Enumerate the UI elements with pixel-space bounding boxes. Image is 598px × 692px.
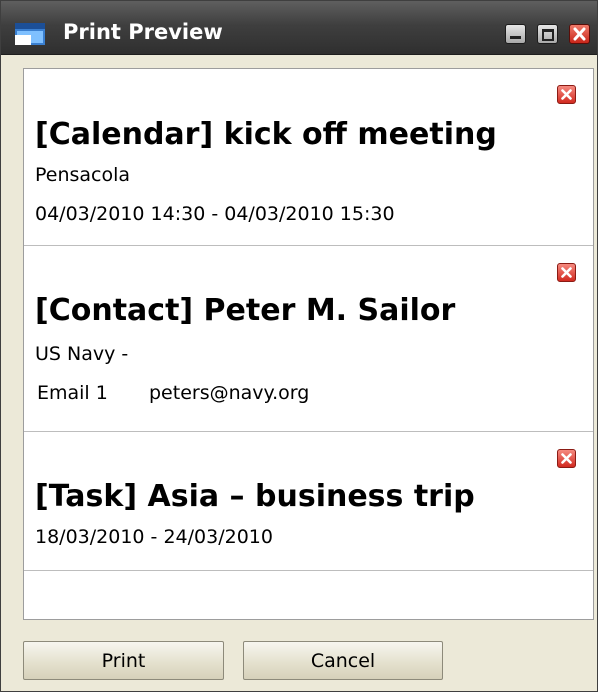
maximize-icon — [542, 29, 554, 41]
delete-icon — [561, 453, 572, 464]
item-title: [Contact] Peter M. Sailor — [35, 293, 456, 328]
remove-item-button[interactable] — [557, 85, 576, 104]
item-datetime: 04/03/2010 14:30 - 04/03/2010 15:30 — [35, 203, 395, 225]
title-bar[interactable]: Print Preview — [1, 1, 597, 55]
item-dates: 18/03/2010 - 24/03/2010 — [35, 526, 273, 548]
item-location: Pensacola — [35, 164, 131, 186]
close-icon — [573, 27, 586, 41]
maximize-button[interactable] — [537, 24, 558, 44]
list-item: [Contact] Peter M. Sailor US Navy - Emai… — [24, 246, 593, 432]
window-title: Print Preview — [63, 20, 223, 44]
close-button[interactable] — [569, 24, 590, 44]
email-label: Email 1 — [37, 382, 108, 404]
cancel-button[interactable]: Cancel — [243, 641, 443, 680]
delete-icon — [561, 89, 572, 100]
preview-list[interactable]: [Calendar] kick off meeting Pensacola 04… — [23, 68, 594, 620]
email-value[interactable]: peters@navy.org — [149, 382, 309, 404]
window-app-icon — [15, 23, 45, 45]
item-title: [Calendar] kick off meeting — [35, 117, 497, 152]
remove-item-button[interactable] — [557, 449, 576, 468]
minimize-icon — [510, 36, 521, 39]
item-organization: US Navy - — [35, 343, 129, 365]
remove-item-button[interactable] — [557, 263, 576, 282]
delete-icon — [561, 267, 572, 278]
list-item: [Calendar] kick off meeting Pensacola 04… — [24, 69, 593, 246]
minimize-button[interactable] — [505, 24, 526, 44]
print-preview-window: Print Preview [Calendar] kick off meetin… — [0, 0, 598, 692]
list-item: [Task] Asia – business trip 18/03/2010 -… — [24, 432, 593, 571]
item-title: [Task] Asia – business trip — [35, 479, 475, 514]
print-button[interactable]: Print — [23, 641, 224, 680]
